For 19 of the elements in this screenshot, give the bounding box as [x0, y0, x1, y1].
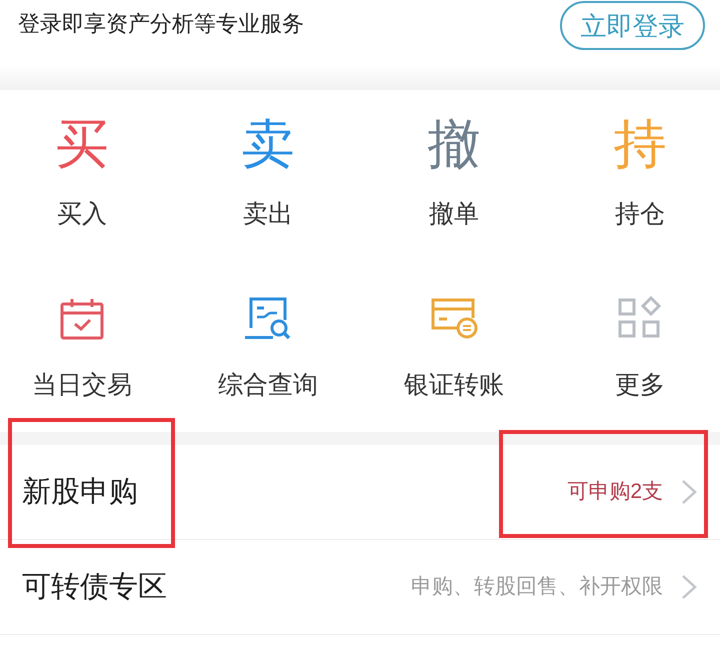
- action-button[interactable]: 撤 撤单: [374, 117, 534, 229]
- glyph-icon: 撤: [428, 117, 480, 173]
- action-button[interactable]: 更多: [560, 296, 720, 400]
- row-detail: 可申购2支: [567, 479, 663, 505]
- chevron-icon: [681, 574, 697, 600]
- action-button[interactable]: 买 买入: [2, 117, 162, 229]
- action-button[interactable]: 持 持仓: [560, 117, 720, 229]
- glyph-icon: 卖: [242, 117, 294, 173]
- login-prompt: 登录即享资产分析等专业服务: [18, 10, 304, 38]
- action-button[interactable]: 卖 卖出: [188, 117, 348, 229]
- action-button[interactable]: 银证转账: [374, 296, 534, 400]
- chevron-icon: [681, 479, 697, 505]
- glyph-icon: 持: [614, 117, 666, 173]
- action-button[interactable]: 综合查询: [188, 296, 348, 400]
- row-detail: 申购、转股回售、补开权限: [411, 574, 663, 600]
- glyph-icon: 买: [56, 117, 108, 173]
- action-button[interactable]: 当日交易: [2, 296, 162, 400]
- row-title: 可转债专区: [22, 570, 167, 604]
- row-title: 新股申购: [22, 475, 138, 509]
